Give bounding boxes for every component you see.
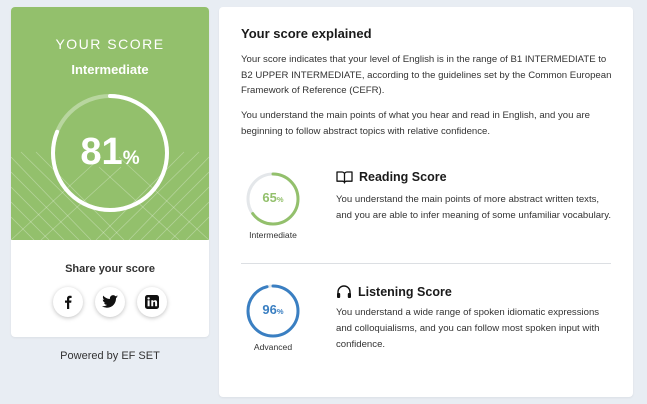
linkedin-icon: [145, 295, 159, 309]
facebook-icon: [65, 295, 72, 309]
twitter-icon: [102, 295, 118, 308]
linkedin-share-button[interactable]: [137, 287, 167, 317]
listening-score-description: You understand a wide range of spoken id…: [336, 307, 600, 350]
reading-level-label: Intermediate: [249, 230, 297, 240]
listening-score-heading: Listening Score: [336, 284, 452, 299]
twitter-share-button[interactable]: [95, 287, 125, 317]
reading-score-heading: Reading Score: [336, 170, 447, 184]
reading-score-value: 65%: [245, 190, 301, 205]
score-hero: YOUR SCORE Intermediate 81%: [11, 7, 209, 240]
score-explanation-card: Your score explained Your score indicate…: [219, 7, 633, 397]
explanation-paragraph-summary: You understand the main points of what y…: [241, 110, 590, 137]
book-icon: [336, 171, 353, 184]
headphones-icon: [337, 285, 351, 298]
powered-by-label: Powered by EF SET: [60, 350, 160, 362]
facebook-share-button[interactable]: [53, 287, 83, 317]
reading-score-title: Reading Score: [359, 170, 447, 184]
listening-score-number: 96: [262, 302, 277, 317]
explanation-paragraph-cefr: Your score indicates that your level of …: [241, 54, 612, 96]
explanation-title: Your score explained: [241, 26, 372, 41]
section-divider: [241, 263, 611, 264]
reading-score-description: You understand the main points of more a…: [336, 194, 611, 221]
score-level: Intermediate: [71, 62, 149, 77]
listening-score-percent-sign: %: [276, 307, 284, 316]
overall-score-value: 81%: [49, 132, 171, 179]
reading-score-number: 65: [262, 190, 277, 205]
listening-level-label: Advanced: [253, 342, 293, 352]
overall-score-percent-sign: %: [122, 148, 140, 169]
listening-score-title: Listening Score: [358, 284, 452, 299]
overall-score-number: 81: [80, 131, 123, 173]
score-card: YOUR SCORE Intermediate 81% Share your s…: [11, 7, 209, 337]
your-score-heading: YOUR SCORE: [55, 36, 165, 52]
share-label: Share your score: [65, 263, 155, 275]
reading-score-percent-sign: %: [276, 195, 284, 204]
listening-score-value: 96%: [245, 302, 301, 317]
